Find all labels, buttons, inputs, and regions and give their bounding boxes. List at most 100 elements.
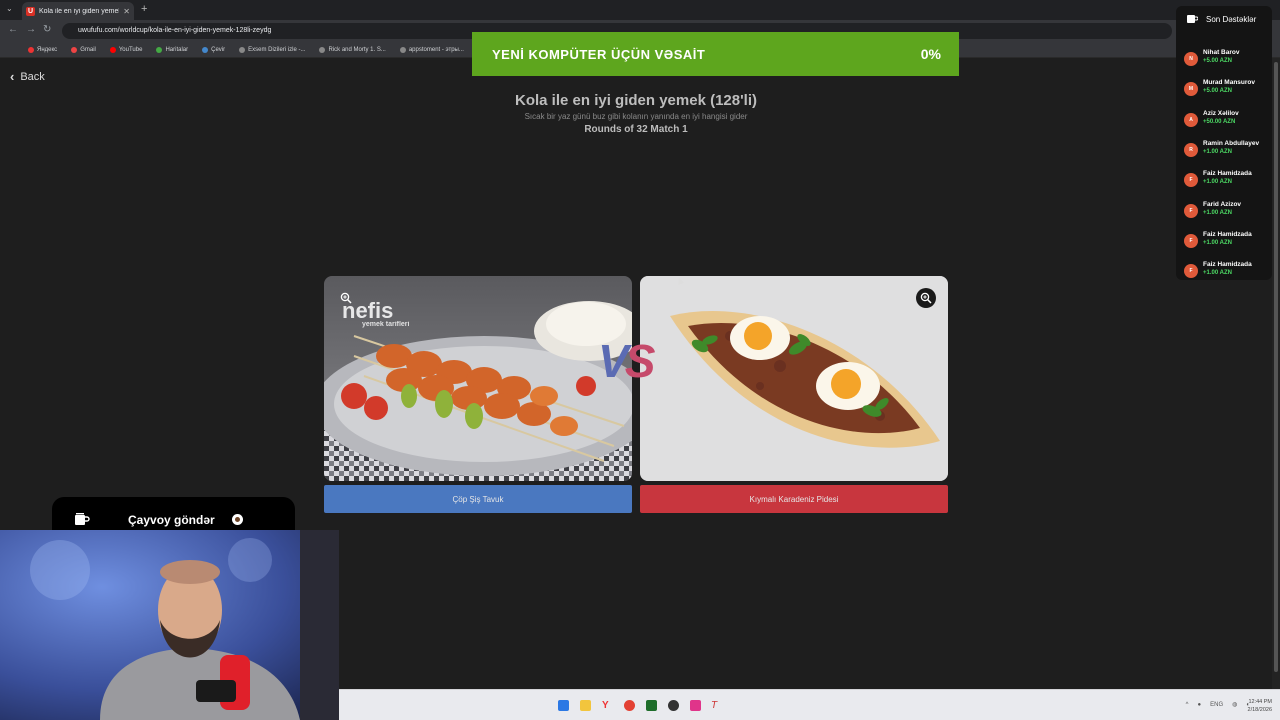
- supporter-avatar: F: [1184, 173, 1198, 188]
- clock-time: 12:44 PM: [1248, 699, 1272, 705]
- right-choice-image[interactable]: [640, 276, 948, 481]
- wifi-icon[interactable]: ◍: [1232, 701, 1237, 708]
- nefis-watermark-sub: yemek tarifleri: [362, 321, 410, 328]
- taskbar-clock[interactable]: 12:44 PM 2/18/2026: [1248, 698, 1272, 714]
- supporter-name: Faiz Hamidzada: [1203, 170, 1252, 178]
- donation-goal-percent: 0%: [920, 46, 941, 62]
- supporter-avatar: N: [1184, 52, 1198, 66]
- bookmark-label: Exsem Dizileri izle -...: [248, 46, 306, 53]
- page-scrollbar[interactable]: [1272, 58, 1280, 689]
- supporter-item: M Murad Mansurov +5.00 AZN: [1184, 78, 1274, 102]
- page-title: Kola ile en iyi giden yemek (128'li): [515, 92, 757, 109]
- tiktok-live-icon[interactable]: [690, 700, 701, 711]
- bookmark-item[interactable]: YouTube: [109, 46, 143, 53]
- close-tab-icon[interactable]: ✕: [123, 7, 130, 16]
- bookmark-item[interactable]: Haritalar: [156, 46, 189, 53]
- yandex-browser-icon[interactable]: Y: [602, 700, 613, 711]
- bookmark-favicon-icon: [399, 46, 406, 53]
- supporter-item: F Farid Azizov +1.00 AZN: [1184, 200, 1274, 224]
- bookmark-label: Яндекс: [37, 46, 58, 53]
- nvidia-icon[interactable]: [646, 700, 657, 711]
- bookmark-item[interactable]: Gmail: [71, 46, 96, 53]
- supporter-avatar: A: [1184, 112, 1198, 127]
- supporter-name: Ramin Abdullayev: [1203, 139, 1260, 147]
- bookmark-label: Çevir: [211, 46, 226, 53]
- zoom-in-icon[interactable]: [916, 288, 936, 308]
- supporter-amount: +1.00 AZN: [1203, 209, 1232, 216]
- back-arrow-icon[interactable]: ←: [8, 24, 18, 35]
- streamer-webcam-image: [0, 530, 339, 720]
- scrollbar-thumb[interactable]: [1274, 62, 1278, 672]
- back-link[interactable]: ‹ Back: [10, 69, 45, 84]
- bookmark-label: Haritalar: [165, 46, 189, 53]
- bookmark-label: appstoment - этры...: [408, 46, 464, 53]
- supporter-item: A Aziz Xəlilov +50.00 AZN: [1184, 109, 1274, 133]
- site-favicon-icon: U: [26, 6, 35, 16]
- pide-photo: [640, 276, 948, 481]
- bookmark-favicon-icon: [202, 46, 209, 53]
- supporter-name: Farid Azizov: [1203, 200, 1242, 208]
- new-tab-icon[interactable]: +: [141, 3, 147, 15]
- reload-icon[interactable]: ↻: [43, 24, 51, 35]
- supporter-item: F Faiz Hamidzada +1.00 AZN: [1184, 230, 1274, 254]
- tea-cup-icon: [1187, 15, 1198, 23]
- chicken-skewers-photo: nefis yemek tarifleri: [324, 276, 632, 481]
- supporter-avatar: M: [1184, 82, 1198, 97]
- bookmark-label: YouTube: [118, 46, 143, 53]
- page-subtitle: Sıcak bir yaz günü buz gibi kolanın yanı…: [524, 112, 748, 121]
- clock-date: 2/18/2026: [1247, 707, 1272, 713]
- choose-left-button[interactable]: Çöp Şiş Tavuk: [324, 485, 632, 513]
- supporter-amount: +5.00 AZN: [1203, 58, 1232, 64]
- supporter-amount: +1.00 AZN: [1203, 239, 1232, 246]
- supporter-name: Murad Mansurov: [1203, 79, 1256, 87]
- vs-letter-v: V: [598, 335, 629, 387]
- round-indicator: Rounds of 32 Match 1: [584, 124, 688, 135]
- forward-arrow-icon[interactable]: →: [26, 24, 36, 35]
- bookmark-favicon-icon: [156, 46, 163, 53]
- tea-cup-icon: [75, 513, 90, 525]
- chrome-icon[interactable]: [624, 700, 635, 711]
- supporter-amount: +50.00 AZN: [1203, 118, 1236, 125]
- browser-tab-active[interactable]: U Kola ile en iyi giden yemek (128'li ✕: [22, 2, 134, 20]
- supporter-avatar: F: [1184, 203, 1198, 218]
- back-label: Back: [20, 70, 45, 83]
- file-explorer-icon[interactable]: [580, 700, 591, 711]
- bookmark-favicon-icon: [109, 46, 116, 53]
- send-tea-label: Çayvoy göndər: [128, 513, 215, 527]
- tea-emoji-icon: [232, 514, 243, 525]
- supporter-name: Nihat Barov: [1203, 49, 1240, 56]
- bookmark-favicon-icon: [319, 46, 326, 53]
- zoom-in-icon[interactable]: [336, 288, 356, 308]
- bookmark-item[interactable]: Rick and Morty 1. S...: [319, 46, 386, 53]
- supporter-avatar: F: [1184, 233, 1198, 248]
- supporter-item: R Ramin Abdullayev +1.00 AZN: [1184, 139, 1274, 163]
- bookmark-label: Rick and Morty 1. S...: [328, 46, 386, 53]
- supporter-item: F Faiz Hamidzada +1.00 AZN: [1184, 260, 1274, 284]
- donation-goal-banner: YENİ KOMPÜTER ÜÇÜN VƏSAİT 0%: [472, 32, 959, 76]
- webcam-feed: [0, 530, 339, 720]
- supporter-amount: +1.00 AZN: [1203, 148, 1232, 155]
- donation-goal-title: YENİ KOMPÜTER ÜÇÜN VƏSAİT: [492, 46, 706, 62]
- left-choice-image[interactable]: nefis yemek tarifleri: [324, 276, 632, 481]
- text-app-icon[interactable]: T: [711, 700, 722, 711]
- mic-icon[interactable]: ●: [1197, 702, 1201, 708]
- bookmark-item[interactable]: appstoment - этры...: [399, 46, 464, 53]
- supporter-item: N Nihat Barov +5.00 AZN: [1184, 48, 1274, 72]
- bookmark-label: Gmail: [80, 46, 96, 53]
- language-indicator[interactable]: ENG: [1210, 702, 1223, 708]
- supporter-amount: +1.00 AZN: [1203, 270, 1232, 277]
- bookmark-item[interactable]: Exsem Dizileri izle -...: [239, 46, 306, 53]
- choose-right-button[interactable]: Kıymalı Karadeniz Pidesi: [640, 485, 948, 513]
- vs-letter-s: S: [624, 335, 656, 387]
- supporter-item: F Faiz Hamidzada +1.00 AZN: [1184, 169, 1274, 193]
- browser-tab-bar: ⌄ U Kola ile en iyi giden yemek (128'li …: [0, 0, 1280, 20]
- supporter-avatar: F: [1184, 264, 1198, 279]
- bookmark-item[interactable]: Яндекс: [28, 46, 58, 53]
- obs-icon[interactable]: [668, 700, 679, 711]
- supporters-title: Son Dəstəklər: [1206, 14, 1257, 24]
- chevron-up-icon[interactable]: ^: [1186, 702, 1189, 708]
- bookmark-item[interactable]: Çevir: [202, 46, 226, 53]
- bookmark-favicon-icon: [239, 46, 246, 53]
- tab-list-icon[interactable]: ⌄: [6, 4, 13, 13]
- start-windows-icon[interactable]: [558, 700, 569, 711]
